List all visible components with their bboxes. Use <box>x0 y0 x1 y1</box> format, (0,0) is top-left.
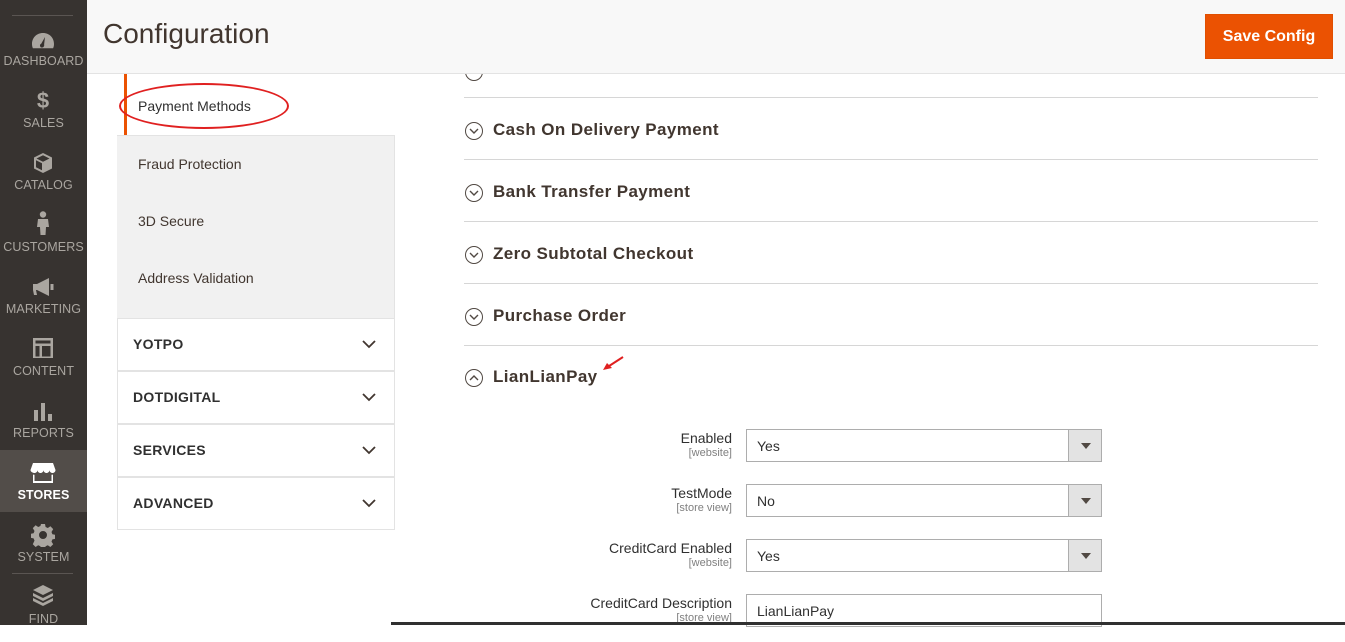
group-lianlianpay[interactable]: LianLianPay <box>464 346 1318 406</box>
nav-label: FIND <box>28 612 59 626</box>
field-creditcard-enabled-label: CreditCard Enabled [website] <box>432 540 732 574</box>
section-yotpo[interactable]: YOTPO <box>117 318 395 371</box>
field-scope: [website] <box>688 557 732 569</box>
expand-icon <box>465 246 483 264</box>
tab-3d-secure[interactable]: 3D Secure <box>138 213 204 229</box>
chevron-down-icon <box>362 393 376 402</box>
field-scope: [website] <box>688 447 732 459</box>
field-enabled-label: Enabled [website] <box>432 430 732 464</box>
field-label: Enabled <box>680 430 732 446</box>
field-label: CreditCard Enabled <box>609 540 732 556</box>
admin-sidebar: DASHBOARD $ SALES CATALOG CUSTOMERS MARK… <box>0 0 87 626</box>
subtab-list: Fraud Protection 3D Secure Address Valid… <box>117 135 395 319</box>
nav-item-customers[interactable]: CUSTOMERS <box>0 208 87 270</box>
dollar-icon: $ <box>36 88 50 113</box>
annotation-arrow-icon <box>603 356 624 370</box>
section-label: ADVANCED <box>133 495 214 511</box>
nav-item-content[interactable]: CONTENT <box>0 332 87 394</box>
field-label: CreditCard Description <box>590 595 732 611</box>
nav-label: SALES <box>23 116 64 130</box>
group-purchase-order[interactable]: Purchase Order <box>464 284 1318 346</box>
nav-label: CONTENT <box>12 364 75 378</box>
nav-label: SYSTEM <box>17 550 70 564</box>
nav-item-system[interactable]: SYSTEM <box>0 518 87 580</box>
bar-chart-icon <box>30 398 56 424</box>
enabled-select[interactable]: Yes <box>746 429 1102 462</box>
gear-icon <box>30 522 56 548</box>
dropdown-arrow-icon <box>1068 485 1101 516</box>
field-label: TestMode <box>671 485 732 501</box>
group-title: Purchase Order <box>493 306 627 325</box>
nav-item-catalog[interactable]: CATALOG <box>0 146 87 208</box>
page-header: Configuration Save Config <box>87 0 1345 74</box>
nav-label: STORES <box>17 488 70 502</box>
store-icon <box>30 460 56 486</box>
nav-item-find-partners[interactable]: FIND <box>0 580 87 642</box>
dropdown-arrow-icon <box>1068 430 1101 461</box>
nav-label: MARKETING <box>5 302 82 316</box>
tab-address-validation[interactable]: Address Validation <box>138 270 254 286</box>
section-services[interactable]: SERVICES <box>117 424 395 477</box>
group-title: Zero Subtotal Checkout <box>493 244 694 263</box>
sidebar-divider <box>12 15 73 16</box>
creditcard-enabled-select[interactable]: Yes <box>746 539 1102 572</box>
chevron-down-icon <box>362 340 376 349</box>
group-title: Cash On Delivery Payment <box>493 120 719 139</box>
section-advanced[interactable]: ADVANCED <box>117 477 395 530</box>
field-scope: [store view] <box>676 502 732 514</box>
megaphone-icon <box>30 274 56 300</box>
nav-item-stores[interactable]: STORES <box>0 450 87 512</box>
nav-item-sales[interactable]: $ SALES <box>0 84 87 146</box>
group-cash-on-delivery[interactable]: Cash On Delivery Payment <box>464 98 1318 160</box>
chevron-down-icon <box>362 499 376 508</box>
person-icon <box>30 210 56 236</box>
expand-icon <box>465 74 483 81</box>
partners-icon <box>30 582 56 608</box>
section-label: SERVICES <box>133 442 206 458</box>
group-partial <box>464 74 1318 98</box>
nav-label: DASHBOARD <box>3 54 84 68</box>
expand-icon <box>465 184 483 202</box>
nav-item-dashboard[interactable]: DASHBOARD <box>0 22 87 84</box>
field-creditcard-description-label: CreditCard Description [store view] <box>432 595 732 625</box>
chevron-down-icon <box>362 446 376 455</box>
layout-icon <box>30 335 56 361</box>
nav-label: CUSTOMERS <box>3 240 84 254</box>
group-title: Bank Transfer Payment <box>493 182 691 201</box>
section-label: YOTPO <box>133 336 184 352</box>
field-testmode-label: TestMode [store view] <box>432 485 732 519</box>
collapse-icon <box>465 369 483 387</box>
nav-label: REPORTS <box>13 426 74 440</box>
select-value: Yes <box>757 548 780 564</box>
section-label: DOTDIGITAL <box>133 389 221 405</box>
tab-fraud-protection[interactable]: Fraud Protection <box>138 156 242 172</box>
nav-item-marketing[interactable]: MARKETING <box>0 270 87 332</box>
expand-icon <box>465 122 483 140</box>
nav-item-reports[interactable]: REPORTS <box>0 394 87 456</box>
testmode-select[interactable]: No <box>746 484 1102 517</box>
group-zero-subtotal[interactable]: Zero Subtotal Checkout <box>464 222 1318 284</box>
nav-label: CATALOG <box>14 178 73 192</box>
annotation-circle <box>119 83 289 129</box>
expand-icon <box>465 308 483 326</box>
cube-icon <box>30 150 56 176</box>
dropdown-arrow-icon <box>1068 540 1101 571</box>
select-value: Yes <box>757 438 780 454</box>
select-value: No <box>757 493 775 509</box>
dashboard-icon <box>30 28 56 54</box>
save-config-button[interactable]: Save Config <box>1205 14 1333 59</box>
group-bank-transfer[interactable]: Bank Transfer Payment <box>464 160 1318 222</box>
group-title: LianLianPay <box>493 367 598 386</box>
section-dotdigital[interactable]: DOTDIGITAL <box>117 371 395 424</box>
page-title: Configuration <box>103 18 270 49</box>
sidebar-divider <box>12 573 73 574</box>
